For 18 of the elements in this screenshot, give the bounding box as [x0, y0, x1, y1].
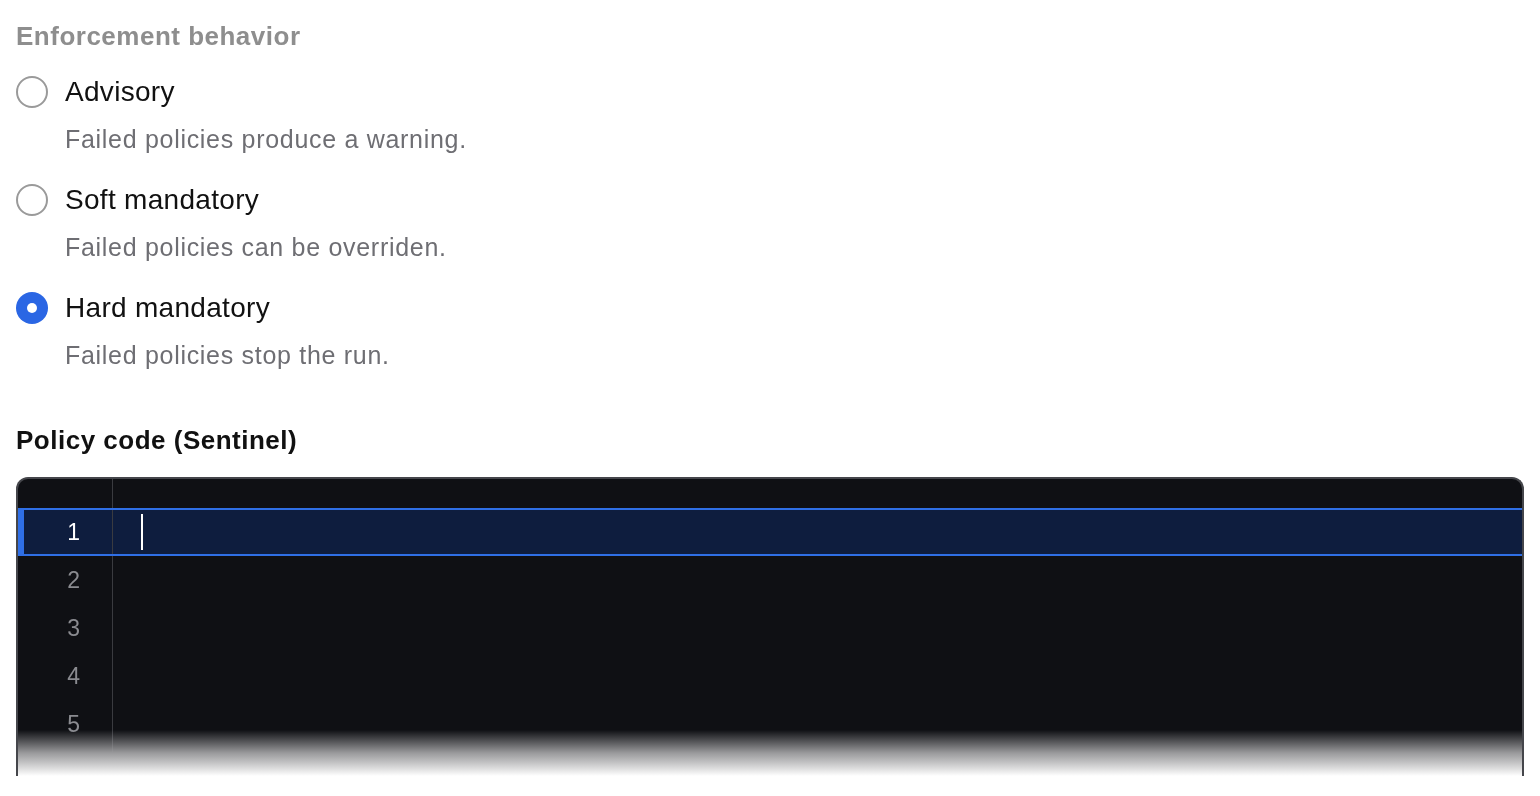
line-number: 3: [67, 614, 80, 643]
line-number: 5: [67, 710, 80, 739]
radio-button[interactable]: [16, 184, 48, 216]
field-label: Policy code (Sentinel): [16, 424, 298, 456]
option-description: Failed policies can be overriden.: [65, 232, 447, 262]
line-number: 2: [67, 566, 80, 595]
radio-button[interactable]: [16, 292, 48, 324]
option-label[interactable]: Advisory: [65, 74, 175, 110]
line-number: 1: [67, 518, 80, 547]
text-cursor: [141, 514, 143, 550]
section-heading: Enforcement behavior: [16, 20, 301, 52]
option-label[interactable]: Hard mandatory: [65, 290, 270, 326]
code-editor[interactable]: 1 2 3 4 5: [16, 477, 1524, 776]
option-description: Failed policies stop the run.: [65, 340, 390, 370]
radio-button[interactable]: [16, 76, 48, 108]
line-number: 4: [67, 662, 80, 691]
option-description: Failed policies produce a warning.: [65, 124, 467, 154]
option-label[interactable]: Soft mandatory: [65, 182, 260, 218]
